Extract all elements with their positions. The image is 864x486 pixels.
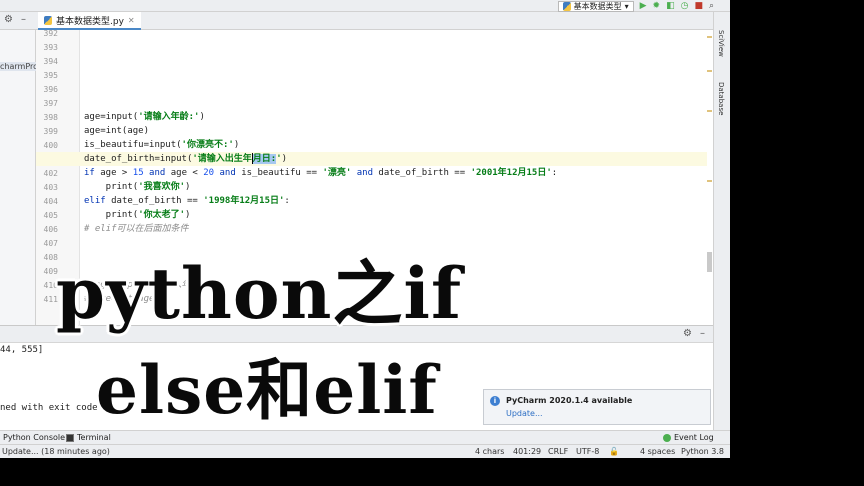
update-link[interactable]: Update... [506, 409, 543, 418]
run-toolbar: 基本数据类型 ▾ ▶ ✹ ◧ ◷ ■ ⌕ [557, 0, 714, 12]
python-file-icon [562, 1, 571, 11]
code-line[interactable]: age=int(age) [84, 124, 149, 138]
sciview-tool-tab[interactable]: SciView [717, 30, 725, 57]
run-config-label: 基本数据类型 [573, 1, 622, 11]
terminal-icon [66, 433, 74, 442]
tab-basic-data-types[interactable]: 基本数据类型.py ✕ [38, 12, 141, 30]
python-interpreter[interactable]: Python 3.8 [681, 447, 724, 456]
line-number: 393 [43, 43, 58, 52]
run-icon[interactable]: ▶ [640, 1, 647, 11]
letterbox-right [730, 0, 864, 486]
line-number: 395 [43, 71, 58, 80]
code-line[interactable]: if age > 15 and age < 20 and is_beautifu… [84, 166, 557, 180]
overlay-title-line-1: python之if [56, 252, 463, 335]
project-root-item[interactable]: charmPro [0, 62, 36, 71]
editor-tab-strip: ⚙ – 基本数据类型.py ✕ [0, 12, 713, 30]
tab-label: Python Console [3, 433, 66, 442]
close-icon[interactable]: ✕ [128, 16, 135, 25]
status-bar: Update... (18 minutes ago) 4 chars 401:2… [0, 444, 730, 458]
minimize-icon[interactable]: – [21, 14, 26, 25]
tab-python-console[interactable]: Python Console [0, 433, 65, 442]
tab-event-log[interactable]: Event Log [663, 433, 714, 442]
scroll-thumb[interactable] [707, 252, 712, 272]
line-number: 402 [43, 169, 58, 178]
line-number: 405 [43, 211, 58, 220]
line-number: 404 [43, 197, 58, 206]
code-line[interactable]: elif date_of_birth == '1998年12月15日': [84, 194, 290, 208]
output-line: ned with exit code 0 [0, 403, 109, 413]
python-file-icon [44, 15, 52, 25]
line-number: 400 [43, 141, 58, 150]
bottom-tool-tabs: Python Console Terminal Event Log [0, 430, 730, 444]
minimize-icon[interactable]: – [700, 328, 705, 339]
profile-icon[interactable]: ◷ [681, 1, 689, 11]
code-line[interactable]: print('我喜欢你') [84, 180, 191, 194]
coverage-icon[interactable]: ◧ [666, 1, 675, 11]
line-number: 409 [43, 267, 58, 276]
line-number: 403 [43, 183, 58, 192]
chevron-down-icon: ▾ [624, 1, 629, 11]
selection-char-count: 4 chars [475, 447, 505, 456]
line-number: 399 [43, 127, 58, 136]
scroll-marker [707, 70, 712, 72]
update-notification[interactable]: i PyCharm 2020.1.4 available Update... [483, 389, 711, 425]
gear-icon[interactable]: ⚙ [4, 14, 13, 25]
line-number: 396 [43, 85, 58, 94]
right-tool-strip: SciView Database [713, 12, 730, 430]
line-number: 411 [43, 295, 58, 304]
code-line-current[interactable]: date_of_birth=input('请输入出生年月日:') [84, 152, 287, 166]
run-panel-controls: ⚙ – [683, 328, 705, 339]
debug-icon[interactable]: ✹ [653, 1, 661, 11]
overlay-title-line-2: else和elif [96, 351, 438, 429]
indent-setting[interactable]: 4 spaces [640, 447, 675, 456]
project-tool-icons: ⚙ – [4, 14, 26, 25]
text-selection: 月日: [252, 154, 277, 164]
search-icon[interactable]: ⌕ [709, 1, 714, 11]
tab-terminal[interactable]: Terminal [66, 433, 111, 442]
line-number: 398 [43, 113, 58, 122]
event-log-icon [663, 433, 671, 442]
notification-title: PyCharm 2020.1.4 available [506, 396, 633, 405]
file-encoding[interactable]: UTF-8 [576, 447, 599, 456]
scroll-marker [707, 36, 712, 38]
scroll-marker [707, 180, 712, 182]
code-comment-line[interactable]: # elif可以在后面加条件 [84, 222, 189, 236]
line-number: 394 [43, 57, 58, 66]
status-message[interactable]: Update... (18 minutes ago) [2, 447, 110, 456]
stop-icon[interactable]: ■ [694, 1, 703, 11]
output-line: 44, 555] [0, 345, 44, 355]
line-number: 407 [43, 239, 58, 248]
letterbox-bottom [0, 458, 864, 486]
line-number: 392 [43, 29, 58, 38]
main-toolbar: 基本数据类型 ▾ ▶ ✹ ◧ ◷ ■ ⌕ [0, 0, 730, 12]
code-line[interactable]: print('你太老了') [84, 208, 191, 222]
caret-position[interactable]: 401:29 [513, 447, 541, 456]
info-icon: i [490, 396, 500, 406]
tab-label: Terminal [77, 433, 111, 442]
gear-icon[interactable]: ⚙ [683, 328, 692, 339]
line-number: 397 [43, 99, 58, 108]
tab-label: Event Log [674, 433, 714, 442]
lock-icon[interactable]: 🔓 [609, 447, 619, 456]
database-tool-tab[interactable]: Database [717, 82, 725, 115]
run-config-select[interactable]: 基本数据类型 ▾ [557, 0, 634, 12]
pycharm-window: 基本数据类型 ▾ ▶ ✹ ◧ ◷ ■ ⌕ ⚙ – 基本数据类型.py ✕ cha… [0, 0, 730, 458]
line-number: 410 [43, 281, 58, 290]
tab-label: 基本数据类型.py [56, 16, 124, 27]
scroll-marker [707, 110, 712, 112]
project-panel: charmPro [0, 30, 36, 325]
line-number: 406 [43, 225, 58, 234]
code-line[interactable]: is_beautifu=input('你漂亮不:') [84, 138, 239, 152]
line-number: 408 [43, 253, 58, 262]
code-line[interactable]: age=input('请输入年龄:') [84, 110, 205, 124]
line-separator[interactable]: CRLF [548, 447, 568, 456]
